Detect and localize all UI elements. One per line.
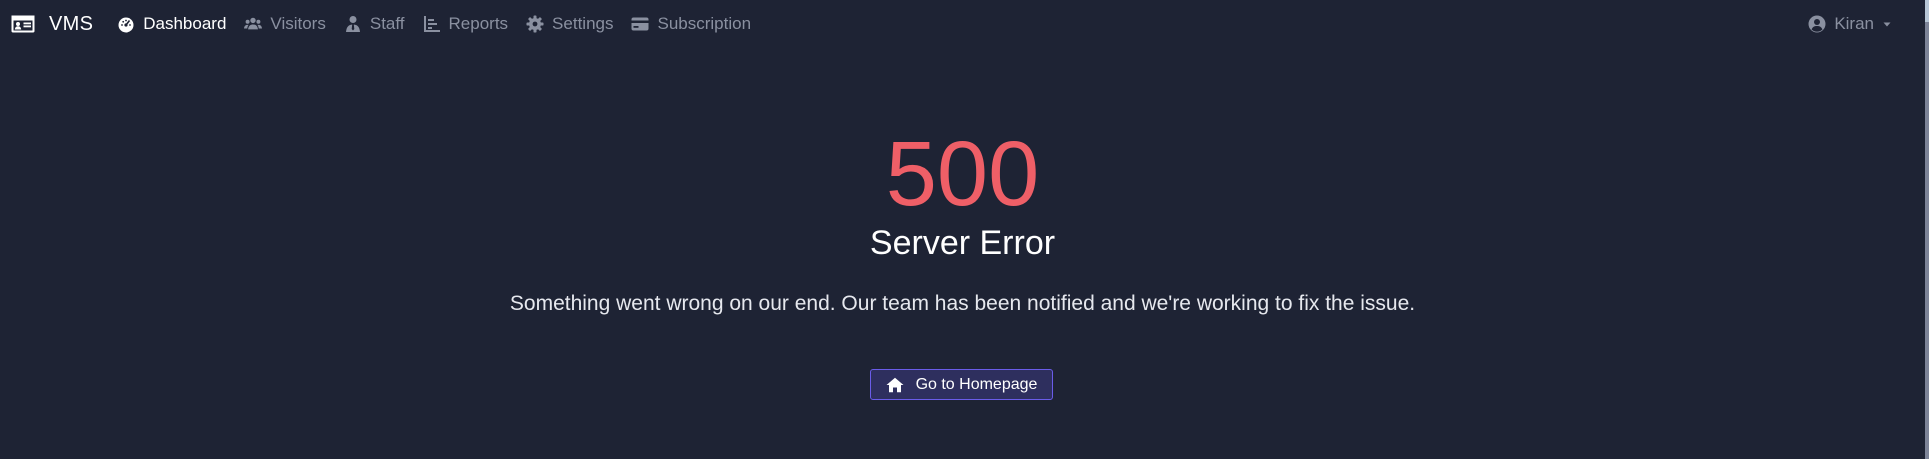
gear-icon [526,15,544,33]
user-circle-icon [1808,15,1826,33]
nav-item-dashboard[interactable]: Dashboard [117,14,226,34]
go-to-homepage-button[interactable]: Go to Homepage [870,369,1053,400]
scrollbar-thumb[interactable] [1925,0,1929,22]
user-name: Kiran [1834,14,1874,33]
credit-card-icon [631,17,649,31]
users-icon [244,17,263,30]
go-to-homepage-label: Go to Homepage [915,375,1038,393]
nav-label-visitors: Visitors [270,14,326,33]
nav-item-staff[interactable]: Staff [344,14,405,34]
nav-label-settings: Settings [552,14,614,33]
gauge-icon [118,17,134,33]
nav-item-visitors[interactable]: Visitors [244,14,326,34]
brand[interactable]: VMS [11,13,93,36]
top-navbar: VMS Dashboard Visitors Staff Reports Set… [0,0,1929,48]
page: VMS Dashboard Visitors Staff Reports Set… [0,0,1929,459]
nav-label-dashboard: Dashboard [143,14,227,33]
error-content: 500 Server Error Something went wrong on… [0,48,1925,459]
nav-item-settings[interactable]: Settings [526,14,613,34]
nav-label-subscription: Subscription [657,14,752,33]
user-tie-icon [345,16,360,32]
error-code: 500 [885,123,1040,225]
error-title: Server Error [869,224,1056,262]
id-card-icon [11,15,35,33]
chart-icon [423,16,440,32]
nav-item-subscription[interactable]: Subscription [631,14,751,34]
page-scrollbar[interactable] [1925,0,1929,459]
caret-down-icon [1883,22,1891,27]
home-icon [886,377,904,392]
error-message: Something went wrong on our end. Our tea… [509,292,1416,315]
nav-item-reports[interactable]: Reports [423,14,509,34]
brand-name: VMS [49,12,94,35]
nav-label-staff: Staff [369,14,405,33]
user-menu-dropdown[interactable]: Kiran [1808,0,1892,48]
nav-label-reports: Reports [448,14,509,33]
